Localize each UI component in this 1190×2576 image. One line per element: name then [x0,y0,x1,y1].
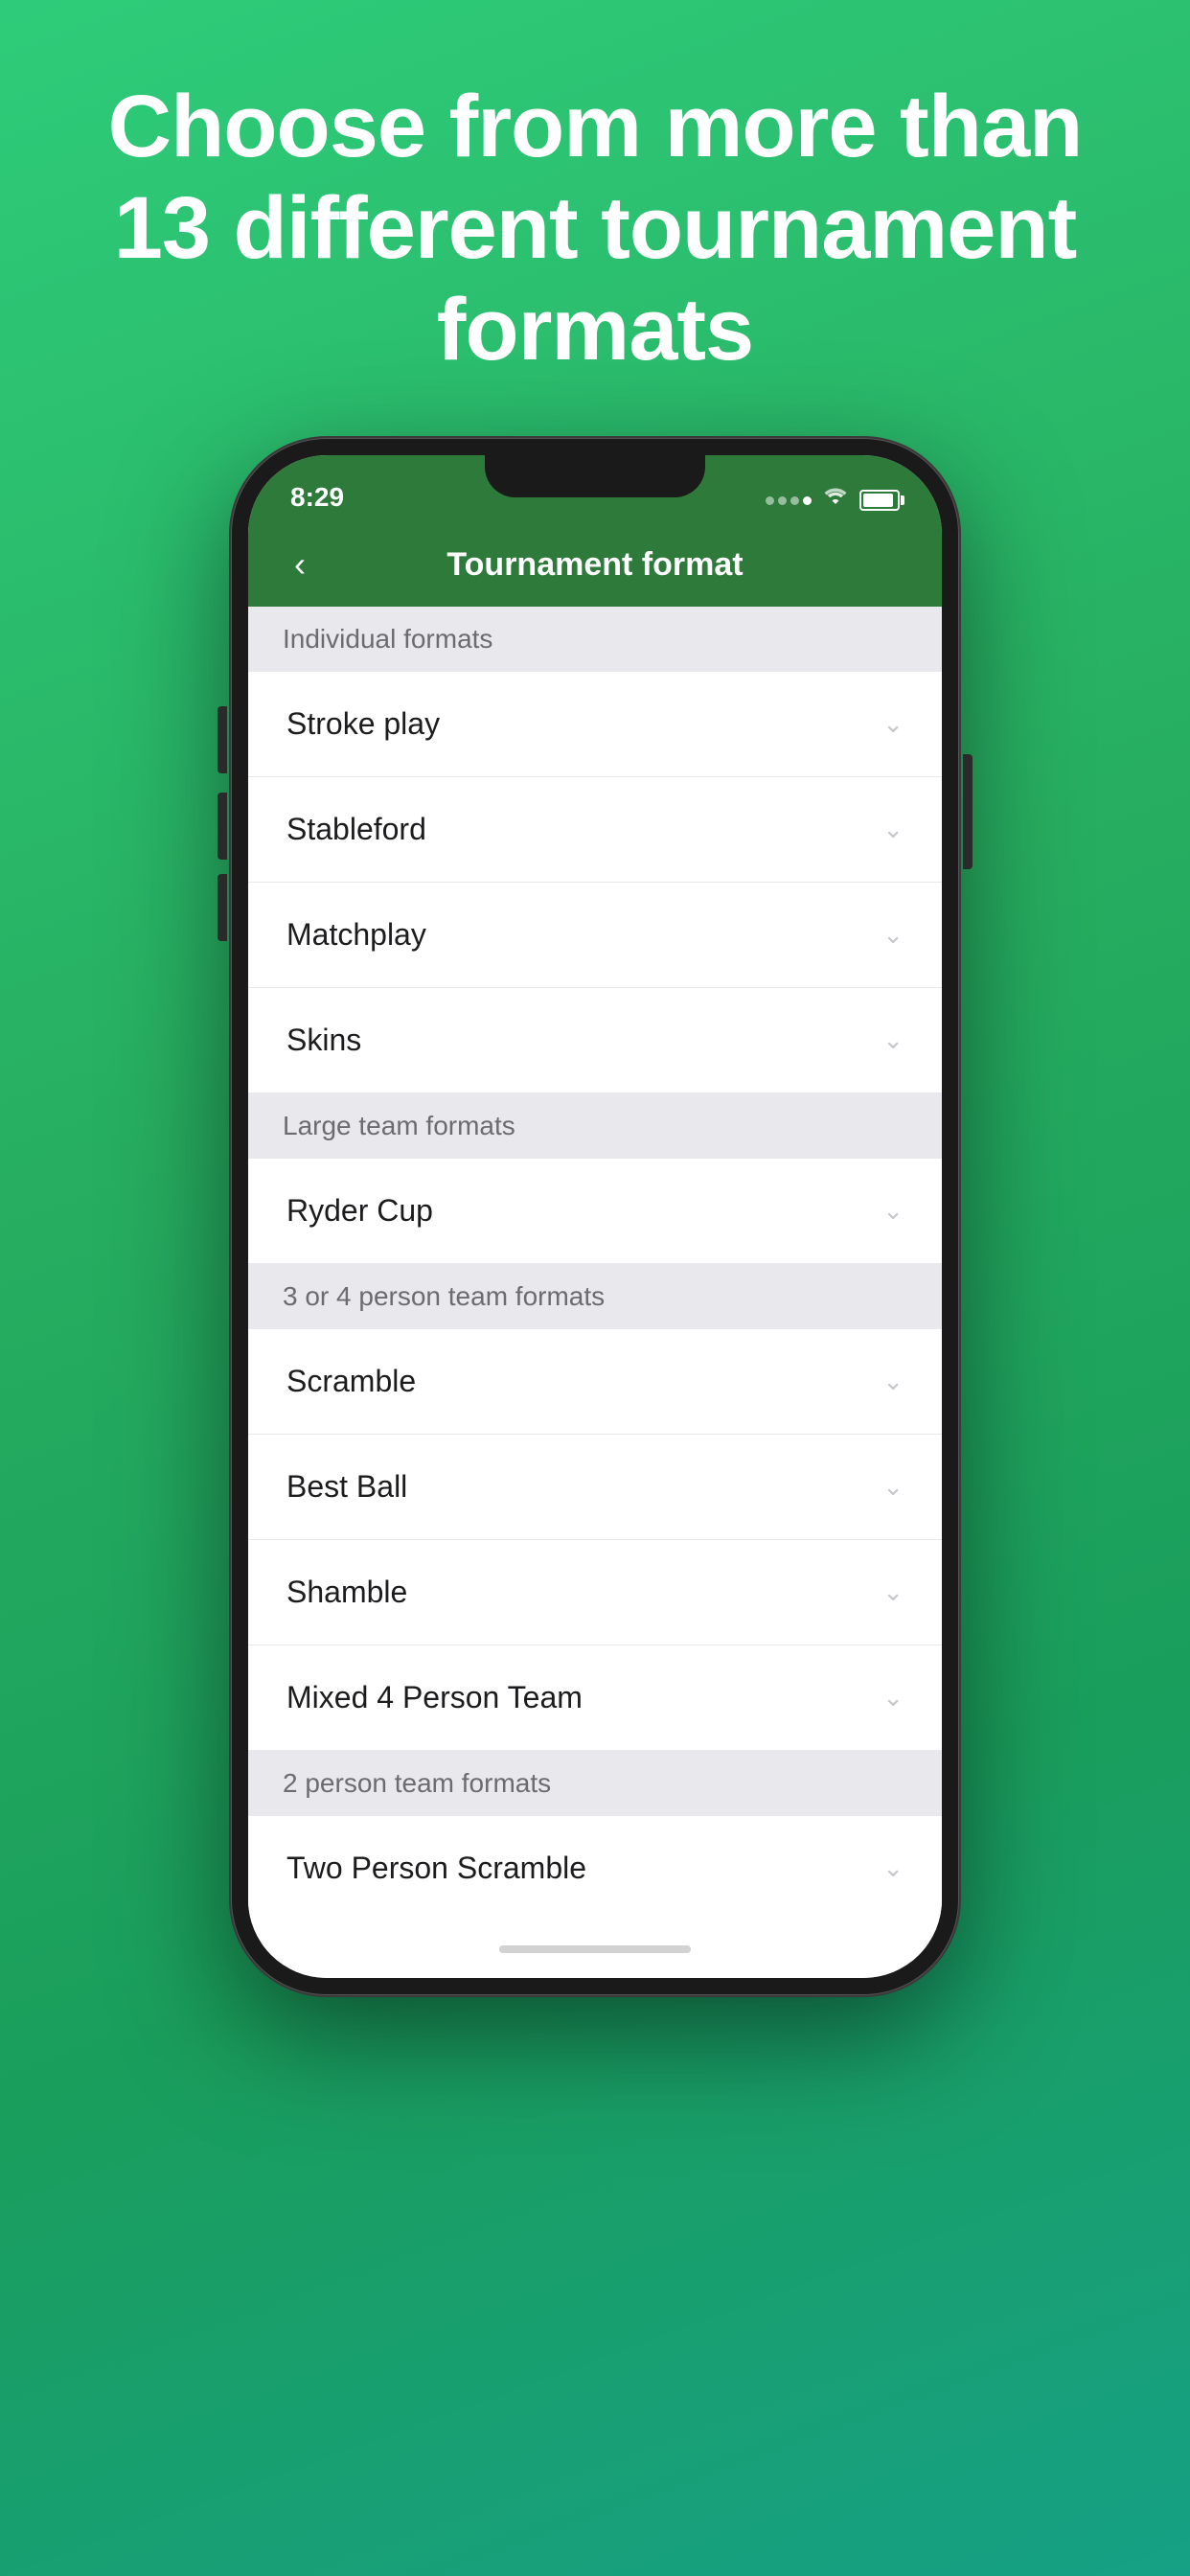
chevron-down-icon-scramble: ⌄ [882,1367,904,1396]
hero-section: Choose from more than 13 different tourn… [0,77,1190,380]
content: Individual formatsStroke play⌄Stableford… [248,607,942,1920]
list-item-matchplay[interactable]: Matchplay ⌄ [248,883,942,988]
item-label-ryder-cup: Ryder Cup [286,1193,433,1229]
item-label-two-person-scramble: Two Person Scramble [286,1851,586,1886]
list-item-ryder-cup[interactable]: Ryder Cup ⌄ [248,1159,942,1264]
chevron-down-icon-matchplay: ⌄ [882,920,904,950]
item-label-stableford: Stableford [286,812,426,847]
phone-wrapper: 8:29 [231,438,959,1995]
item-label-matchplay: Matchplay [286,917,426,953]
chevron-down-icon-skins: ⌄ [882,1025,904,1055]
item-label-stroke-play: Stroke play [286,706,440,742]
notch [485,455,705,497]
hero-title: Choose from more than 13 different tourn… [77,77,1113,380]
phone-frame: 8:29 [231,438,959,1995]
chevron-down-icon-mixed-4-person: ⌄ [882,1683,904,1713]
battery-icon [859,490,900,511]
item-label-skins: Skins [286,1023,361,1058]
list-item-shamble[interactable]: Shamble ⌄ [248,1540,942,1645]
chevron-down-icon-stroke-play: ⌄ [882,709,904,739]
item-label-best-ball: Best Ball [286,1469,407,1505]
list-item-stableford[interactable]: Stableford ⌄ [248,777,942,883]
nav-title: Tournament format [332,546,858,584]
wifi-icon [823,488,848,513]
status-icons [766,488,900,513]
item-label-shamble: Shamble [286,1575,407,1610]
home-bar [499,1945,691,1953]
chevron-down-icon-best-ball: ⌄ [882,1472,904,1502]
item-label-scramble: Scramble [286,1364,416,1399]
list-item-skins[interactable]: Skins ⌄ [248,988,942,1093]
chevron-down-icon-shamble: ⌄ [882,1577,904,1607]
item-label-mixed-4-person: Mixed 4 Person Team [286,1680,583,1715]
list-item-mixed-4-person[interactable]: Mixed 4 Person Team ⌄ [248,1645,942,1751]
home-indicator [248,1920,942,1978]
section-header-large-team: Large team formats [248,1093,942,1159]
list-item-two-person-scramble[interactable]: Two Person Scramble ⌄ [248,1816,942,1920]
nav-bar: ‹ Tournament format [248,522,942,607]
chevron-down-icon-two-person-scramble: ⌄ [882,1853,904,1883]
phone-screen: 8:29 [248,455,942,1978]
section-header-3or4-person: 3 or 4 person team formats [248,1264,942,1329]
section-header-individual: Individual formats [248,607,942,672]
battery-fill [863,494,893,507]
chevron-down-icon-ryder-cup: ⌄ [882,1196,904,1226]
chevron-down-icon-stableford: ⌄ [882,815,904,844]
list-item-stroke-play[interactable]: Stroke play ⌄ [248,672,942,777]
section-header-2-person: 2 person team formats [248,1751,942,1816]
list-item-best-ball[interactable]: Best Ball ⌄ [248,1435,942,1540]
signal-dots [766,496,812,505]
back-button[interactable]: ‹ [286,537,313,592]
list-item-scramble[interactable]: Scramble ⌄ [248,1329,942,1435]
